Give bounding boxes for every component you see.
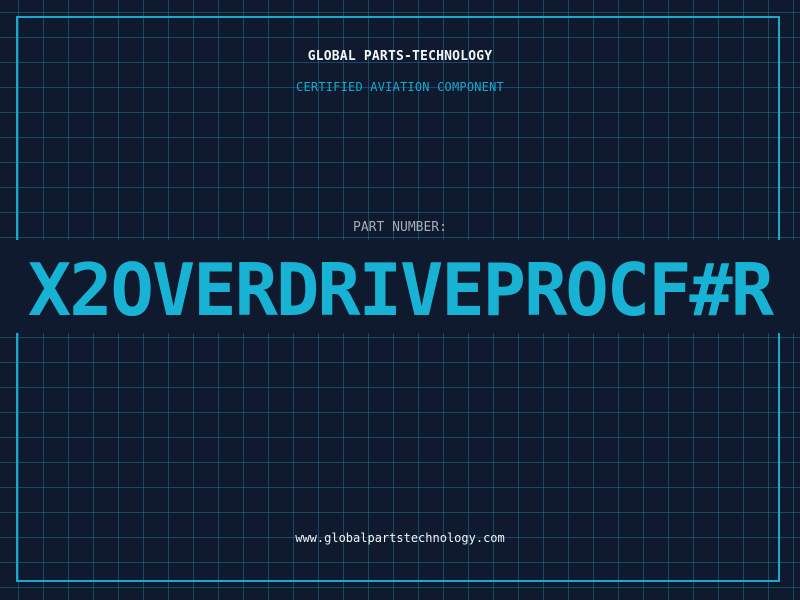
part-number-label: PART NUMBER: — [353, 220, 447, 235]
part-number-value: X2OVERDRIVEPROCF#R — [27, 248, 774, 332]
label-canvas: GLOBAL PARTS-TECHNOLOGY CERTIFIED AVIATI… — [0, 0, 800, 600]
company-name: GLOBAL PARTS-TECHNOLOGY — [307, 49, 493, 64]
website-url: www.globalpartstechnology.com — [295, 531, 505, 545]
part-number-band: X2OVERDRIVEPROCF#R — [0, 240, 800, 333]
certification-tagline: CERTIFIED AVIATION COMPONENT — [296, 80, 504, 94]
